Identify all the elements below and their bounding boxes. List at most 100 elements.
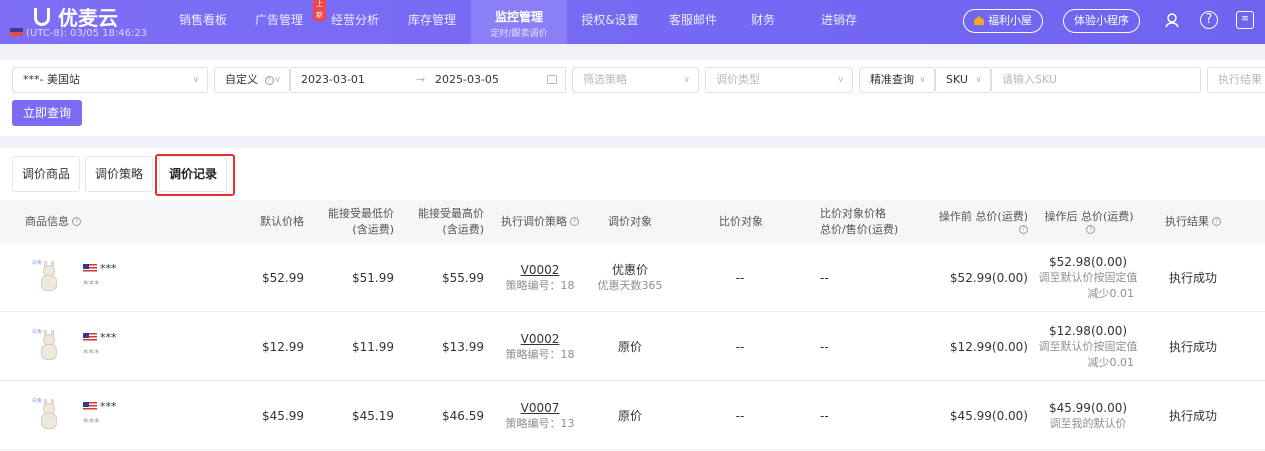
new-badge: 上新: [313, 0, 326, 21]
nav-label: 经营分析: [330, 13, 379, 27]
after-cell: $12.98(0.00) 调至默认价按固定值 减少0.01: [1032, 312, 1144, 381]
tab-highlight-box: [155, 154, 235, 196]
customer-service-icon[interactable]: [1163, 11, 1181, 29]
max-price: $55.99: [442, 270, 484, 285]
match-mode-select[interactable]: 精准查询 ∨: [859, 67, 935, 93]
date-mode-select[interactable]: 自定义 ? ∨: [214, 67, 290, 93]
date-range-picker[interactable]: 2023-03-01 → 2025-03-05: [290, 67, 566, 93]
after-note: 调至默认价按固定值: [1038, 339, 1138, 353]
target-value: 原价: [617, 408, 642, 423]
logo-area[interactable]: 优麦云 (UTC-8): 03/05 18:46:23: [10, 2, 160, 42]
compare-value: --: [735, 408, 745, 423]
product-thumbnail[interactable]: 白兔: [32, 398, 64, 431]
target-value: 原价: [617, 339, 642, 354]
strategy-cell: V0002 策略编号：18: [496, 243, 584, 312]
nav-auth-settings[interactable]: 授权&设置: [567, 0, 653, 44]
house-icon: [974, 16, 984, 25]
logo-text: 优麦云: [58, 6, 118, 30]
thumbnail-shape: [41, 275, 57, 291]
date-mode-value: 自定义: [225, 73, 258, 86]
query-button[interactable]: 立即查询: [12, 100, 82, 126]
message-icon[interactable]: ≡: [1236, 11, 1254, 29]
after-note: 减少0.01: [1087, 286, 1135, 300]
product-thumbnail[interactable]: 白兔: [32, 329, 64, 362]
product-sku: ***: [83, 347, 100, 360]
product-name[interactable]: ***: [100, 331, 117, 344]
tab-price-strategy[interactable]: 调价策略: [85, 156, 153, 192]
nav-finance[interactable]: 财务: [733, 0, 793, 44]
calendar-icon: [547, 75, 557, 84]
nav-inventory[interactable]: 库存管理: [393, 0, 471, 44]
after-value: $45.99(0.00): [1048, 400, 1128, 415]
price-type-filter[interactable]: 调价类型 ∨: [705, 67, 853, 93]
strategy-link[interactable]: V0002: [521, 331, 560, 347]
target-cell: 原价: [590, 312, 670, 381]
nav-sales-dashboard[interactable]: 销售看板: [165, 0, 241, 44]
sku-input[interactable]: 请输入SKU: [991, 67, 1201, 93]
col-product: 商品信息?: [25, 200, 175, 243]
default-price: $12.99: [262, 339, 304, 354]
target-sub: 优惠天数365: [597, 278, 663, 292]
search-field-value: SKU: [946, 73, 968, 86]
logo[interactable]: 优麦云: [34, 2, 118, 31]
welfare-button[interactable]: 福利小屋: [963, 9, 1043, 33]
product-name[interactable]: ***: [100, 262, 117, 275]
strategy-filter[interactable]: 筛选策略 ∨: [572, 67, 699, 93]
nav-service-mail[interactable]: 客服邮件: [653, 0, 733, 44]
nav-purchase-sales[interactable]: 进销存: [803, 0, 875, 44]
info-icon: ?: [1019, 225, 1028, 234]
nav-label: 销售看板: [178, 13, 227, 27]
compare-price-value: --: [820, 270, 829, 285]
nav-ads[interactable]: 广告管理: [241, 0, 317, 44]
info-icon: ?: [570, 217, 579, 226]
strategy-link[interactable]: V0002: [521, 262, 560, 278]
nav-label: 进销存: [820, 13, 857, 27]
strategy-number: 策略编号：18: [505, 347, 575, 361]
nav-analysis[interactable]: 经营分析: [317, 0, 393, 44]
site-select[interactable]: ***- 美国站 ∨: [12, 67, 208, 93]
top-navigation-bar: 优麦云 (UTC-8): 03/05 18:46:23 销售看板 广告管理 经营…: [0, 0, 1265, 44]
col-default-price: 默认价格: [230, 200, 304, 243]
after-cell: $45.99(0.00) 调至我的默认价: [1032, 381, 1144, 450]
col-after: 操作后 总价(运费)?: [1037, 200, 1141, 243]
nav-label: 财务: [750, 13, 775, 27]
after-note: 调至默认价按固定值: [1038, 270, 1138, 284]
after-note: 调至我的默认价: [1049, 416, 1127, 430]
us-flag-icon: [83, 333, 97, 342]
nav-label: 广告管理: [254, 13, 303, 27]
help-icon[interactable]: ?: [1200, 11, 1218, 29]
thumbnail-shape: [41, 344, 57, 360]
miniapp-label: 体验小程序: [1074, 14, 1129, 27]
nav-monitoring[interactable]: 监控管理定时/跟卖调价: [471, 0, 567, 44]
product-name[interactable]: ***: [100, 400, 117, 413]
default-price: $52.99: [262, 270, 304, 285]
result-filter[interactable]: 执行结果: [1207, 67, 1265, 93]
product-info: *** ***: [83, 331, 117, 361]
product-sku: ***: [83, 416, 100, 429]
result-value: 执行成功: [1168, 339, 1217, 354]
strategy-link[interactable]: V0007: [521, 400, 560, 416]
col-label: 商品信息: [25, 214, 69, 228]
info-icon: ?: [1086, 225, 1095, 234]
info-icon: ?: [1212, 217, 1221, 226]
compare-value: --: [735, 270, 745, 285]
search-field-select[interactable]: SKU ∨: [935, 67, 991, 93]
max-price: $46.59: [442, 408, 484, 423]
timezone-text: (UTC-8): 03/05 18:46:23: [26, 28, 148, 39]
nav-sublabel: 定时/跟卖调价: [490, 29, 548, 39]
tab-price-products[interactable]: 调价商品: [12, 156, 80, 192]
nav-label: 监控管理: [494, 10, 543, 24]
col-label: 默认价格: [260, 214, 304, 228]
result-value: 执行成功: [1168, 408, 1217, 423]
date-separator: →: [416, 73, 426, 86]
col-label: 执行调价策略: [501, 214, 567, 228]
col-before: 操作前 总价(运费)?: [926, 200, 1028, 243]
col-compare: 比价对象: [719, 200, 779, 243]
product-thumbnail[interactable]: 白兔: [32, 260, 64, 293]
col-label: 比价对象: [719, 214, 763, 228]
welfare-label: 福利小屋: [988, 14, 1032, 27]
after-note: 减少0.01: [1087, 355, 1135, 369]
miniapp-button[interactable]: 体验小程序: [1063, 9, 1140, 33]
col-label: 调价对象: [608, 214, 652, 228]
us-flag-icon: [83, 264, 97, 273]
